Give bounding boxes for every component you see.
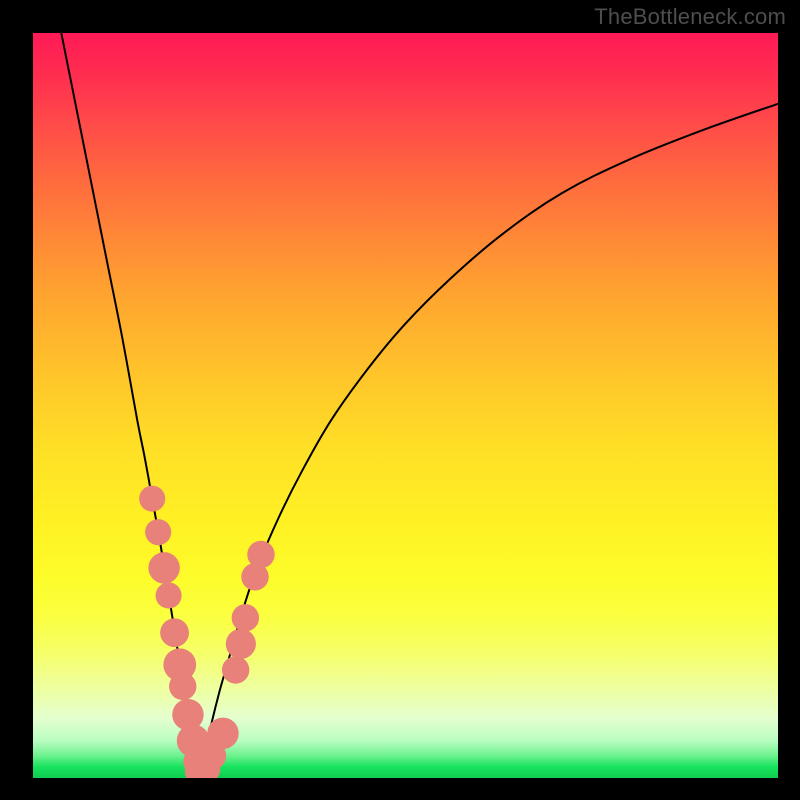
chart-frame: TheBottleneck.com [0,0,800,800]
data-marker [160,618,189,647]
data-marker [222,656,249,683]
data-marker [148,552,179,583]
data-marker [156,582,182,608]
data-marker [169,673,196,700]
watermark-text: TheBottleneck.com [594,4,786,30]
data-marker [247,541,274,568]
plot-area [33,33,778,778]
data-marker [207,718,238,749]
chart-svg [33,33,778,778]
curve-right-branch [199,104,778,772]
data-marker [145,519,171,545]
data-marker [139,486,165,512]
data-marker [226,629,256,659]
marker-layer [139,486,275,778]
data-marker [232,604,259,631]
